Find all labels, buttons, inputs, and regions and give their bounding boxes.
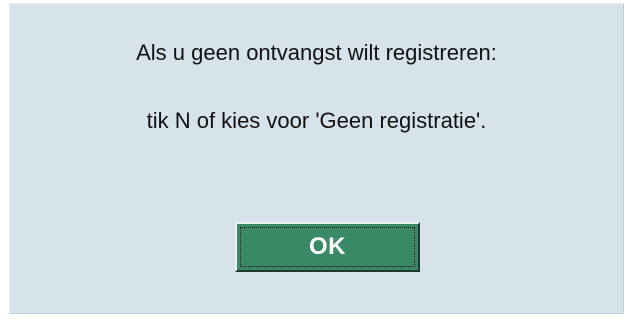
ok-button-label: OK [309,233,346,260]
ok-button-focus-ring: OK [240,227,415,267]
dialog-message-line-1: Als u geen ontvangst wilt registreren: [136,40,497,65]
dialog-message-line-2: tik N of kies voor 'Geen registratie'. [146,108,487,133]
ok-button[interactable]: OK [235,222,420,272]
message-dialog: Als u geen ontvangst wilt registreren: t… [9,3,624,314]
